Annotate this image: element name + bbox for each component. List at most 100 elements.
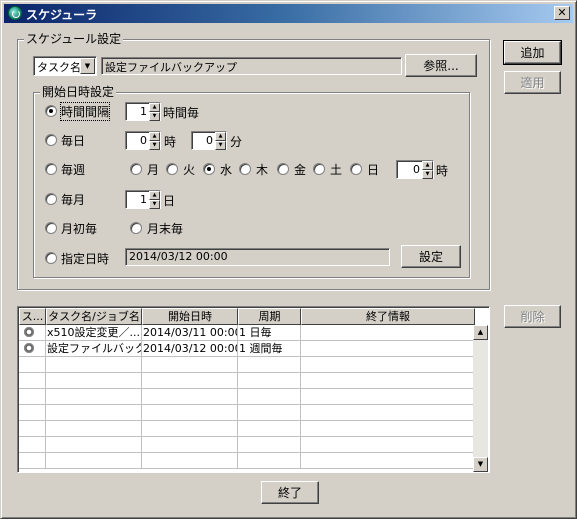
sun-icon	[23, 342, 35, 354]
task-list-rows: x510設定変更／... 2014/03/11 00:00 1 日毎 設定ファイ…	[19, 325, 475, 469]
interval-spin[interactable]: ▲ ▼	[149, 103, 160, 121]
weekday-radio-sun[interactable]	[350, 163, 362, 175]
exit-button[interactable]: 終了	[261, 481, 319, 504]
period-cell: 1 週間毎	[238, 341, 301, 357]
spin-up-icon[interactable]: ▲	[215, 132, 226, 141]
name-cell: x510設定変更／...	[46, 325, 142, 341]
weekly-hour-value: 0	[413, 163, 420, 176]
apply-button[interactable]: 適用	[504, 71, 561, 94]
status-cell	[19, 341, 46, 357]
weekly-label: 毎週	[61, 163, 86, 177]
weekday-radio-sat[interactable]	[313, 163, 325, 175]
spin-down-icon[interactable]: ▼	[149, 200, 160, 209]
title-bar[interactable]: スケジューラ ✕	[4, 4, 573, 23]
set-button[interactable]: 設定	[401, 245, 461, 268]
daily-minute-spin[interactable]: ▲ ▼	[215, 132, 226, 150]
weekday-label-tue: 火	[183, 163, 196, 177]
monthly-day-unit: 日	[163, 194, 176, 208]
spin-down-icon[interactable]: ▼	[149, 141, 160, 150]
table-row[interactable]: 設定ファイルバック... 2014/03/12 00:00 1 週間毎	[19, 341, 475, 357]
task-type-select[interactable]: タスク名 ▼	[33, 56, 97, 76]
interval-label: 時間間隔	[59, 102, 111, 121]
name-cell: 設定ファイルバック...	[46, 341, 142, 357]
weekly-hour-unit: 時	[436, 164, 449, 178]
task-list-header: ス... タスク名/ジョブ名 開始日時 周期 終了情報	[19, 308, 475, 325]
spin-down-icon[interactable]: ▼	[149, 112, 160, 121]
column-header-name[interactable]: タスク名/ジョブ名	[46, 308, 142, 325]
empty-row	[19, 421, 475, 437]
window-title: スケジューラ	[26, 8, 98, 22]
daily-minute-value: 0	[206, 134, 213, 147]
monthly-day-stepper[interactable]: 1 ▲ ▼	[125, 190, 161, 209]
scroll-down-button[interactable]: ▼	[473, 457, 488, 472]
column-header-period[interactable]: 周期	[238, 308, 301, 325]
interval-radio[interactable]	[45, 105, 57, 117]
weekday-radio-mon[interactable]	[130, 163, 142, 175]
weekday-label-fri: 金	[294, 163, 307, 177]
monthly-day-spin[interactable]: ▲ ▼	[149, 191, 160, 209]
month-start-radio[interactable]	[45, 222, 57, 234]
weekday-radio-fri[interactable]	[277, 163, 289, 175]
add-button[interactable]: 追加	[503, 40, 562, 65]
task-name-field[interactable]: 設定ファイルバックアップ	[101, 57, 402, 75]
start-cell: 2014/03/12 00:00	[142, 341, 238, 357]
weekday-radio-thu[interactable]	[239, 163, 251, 175]
scroll-up-button[interactable]: ▲	[473, 325, 488, 340]
spin-down-icon[interactable]: ▼	[422, 170, 433, 179]
weekday-radio-tue[interactable]	[166, 163, 178, 175]
delete-button[interactable]: 削除	[504, 305, 561, 328]
task-name-value: 設定ファイルバックアップ	[105, 61, 237, 74]
weekly-hour-spin[interactable]: ▲ ▼	[422, 161, 433, 179]
daily-hour-value: 0	[140, 134, 147, 147]
monthly-radio[interactable]	[45, 193, 57, 205]
spin-up-icon[interactable]: ▲	[149, 103, 160, 112]
status-cell	[19, 325, 46, 341]
app-icon	[8, 6, 22, 20]
specified-radio[interactable]	[45, 252, 57, 264]
weekday-label-sat: 土	[330, 163, 343, 177]
spin-down-icon[interactable]: ▼	[215, 141, 226, 150]
browse-button[interactable]: 参照...	[405, 54, 477, 77]
table-row[interactable]: x510設定変更／... 2014/03/11 00:00 1 日毎	[19, 325, 475, 341]
interval-unit: 時間毎	[163, 106, 200, 120]
task-list[interactable]: ス... タスク名/ジョブ名 開始日時 周期 終了情報 x510設定変更／...…	[17, 306, 490, 473]
specified-datetime-value: 2014/03/12 00:00	[129, 250, 228, 263]
monthly-day-value: 1	[140, 193, 147, 206]
daily-radio[interactable]	[45, 134, 57, 146]
close-window-button[interactable]: ✕	[554, 6, 570, 20]
daily-hour-spin[interactable]: ▲ ▼	[149, 132, 160, 150]
chevron-down-icon[interactable]: ▼	[80, 58, 95, 74]
empty-row	[19, 389, 475, 405]
interval-stepper[interactable]: 1 ▲ ▼	[125, 102, 161, 121]
task-list-scrollbar[interactable]: ▲ ▼	[473, 325, 488, 472]
scheduler-window: スケジューラ ✕ スケジュール設定 タスク名 ▼ 設定ファイルバックアップ 参照…	[0, 0, 577, 519]
weekday-radio-wed[interactable]	[203, 163, 215, 175]
spin-up-icon[interactable]: ▲	[149, 191, 160, 200]
schedule-settings-label: スケジュール設定	[24, 32, 124, 46]
start-cell: 2014/03/11 00:00	[142, 325, 238, 341]
month-end-radio[interactable]	[130, 222, 142, 234]
daily-minute-stepper[interactable]: 0 ▲ ▼	[191, 131, 227, 150]
weekly-hour-stepper[interactable]: 0 ▲ ▼	[396, 160, 434, 179]
spin-up-icon[interactable]: ▲	[422, 161, 433, 170]
column-header-start[interactable]: 開始日時	[142, 308, 238, 325]
daily-hour-stepper[interactable]: 0 ▲ ▼	[125, 131, 161, 150]
sun-icon	[23, 326, 35, 338]
month-end-label: 月末毎	[147, 222, 184, 236]
column-header-end-info[interactable]: 終了情報	[301, 308, 475, 325]
end-info-cell	[301, 325, 475, 341]
daily-label: 毎日	[61, 134, 86, 148]
empty-row	[19, 405, 475, 421]
specified-label: 指定日時	[61, 252, 110, 266]
start-datetime-label: 開始日時設定	[40, 85, 117, 99]
weekday-label-mon: 月	[147, 163, 160, 177]
weekly-radio[interactable]	[45, 163, 57, 175]
daily-minute-unit: 分	[230, 135, 243, 149]
column-header-status[interactable]: ス...	[19, 308, 46, 325]
weekday-label-thu: 木	[256, 163, 269, 177]
weekday-label-sun: 日	[367, 163, 380, 177]
specified-datetime-field[interactable]: 2014/03/12 00:00	[125, 248, 390, 266]
end-info-cell	[301, 341, 475, 357]
weekday-label-wed: 水	[220, 163, 233, 177]
spin-up-icon[interactable]: ▲	[149, 132, 160, 141]
